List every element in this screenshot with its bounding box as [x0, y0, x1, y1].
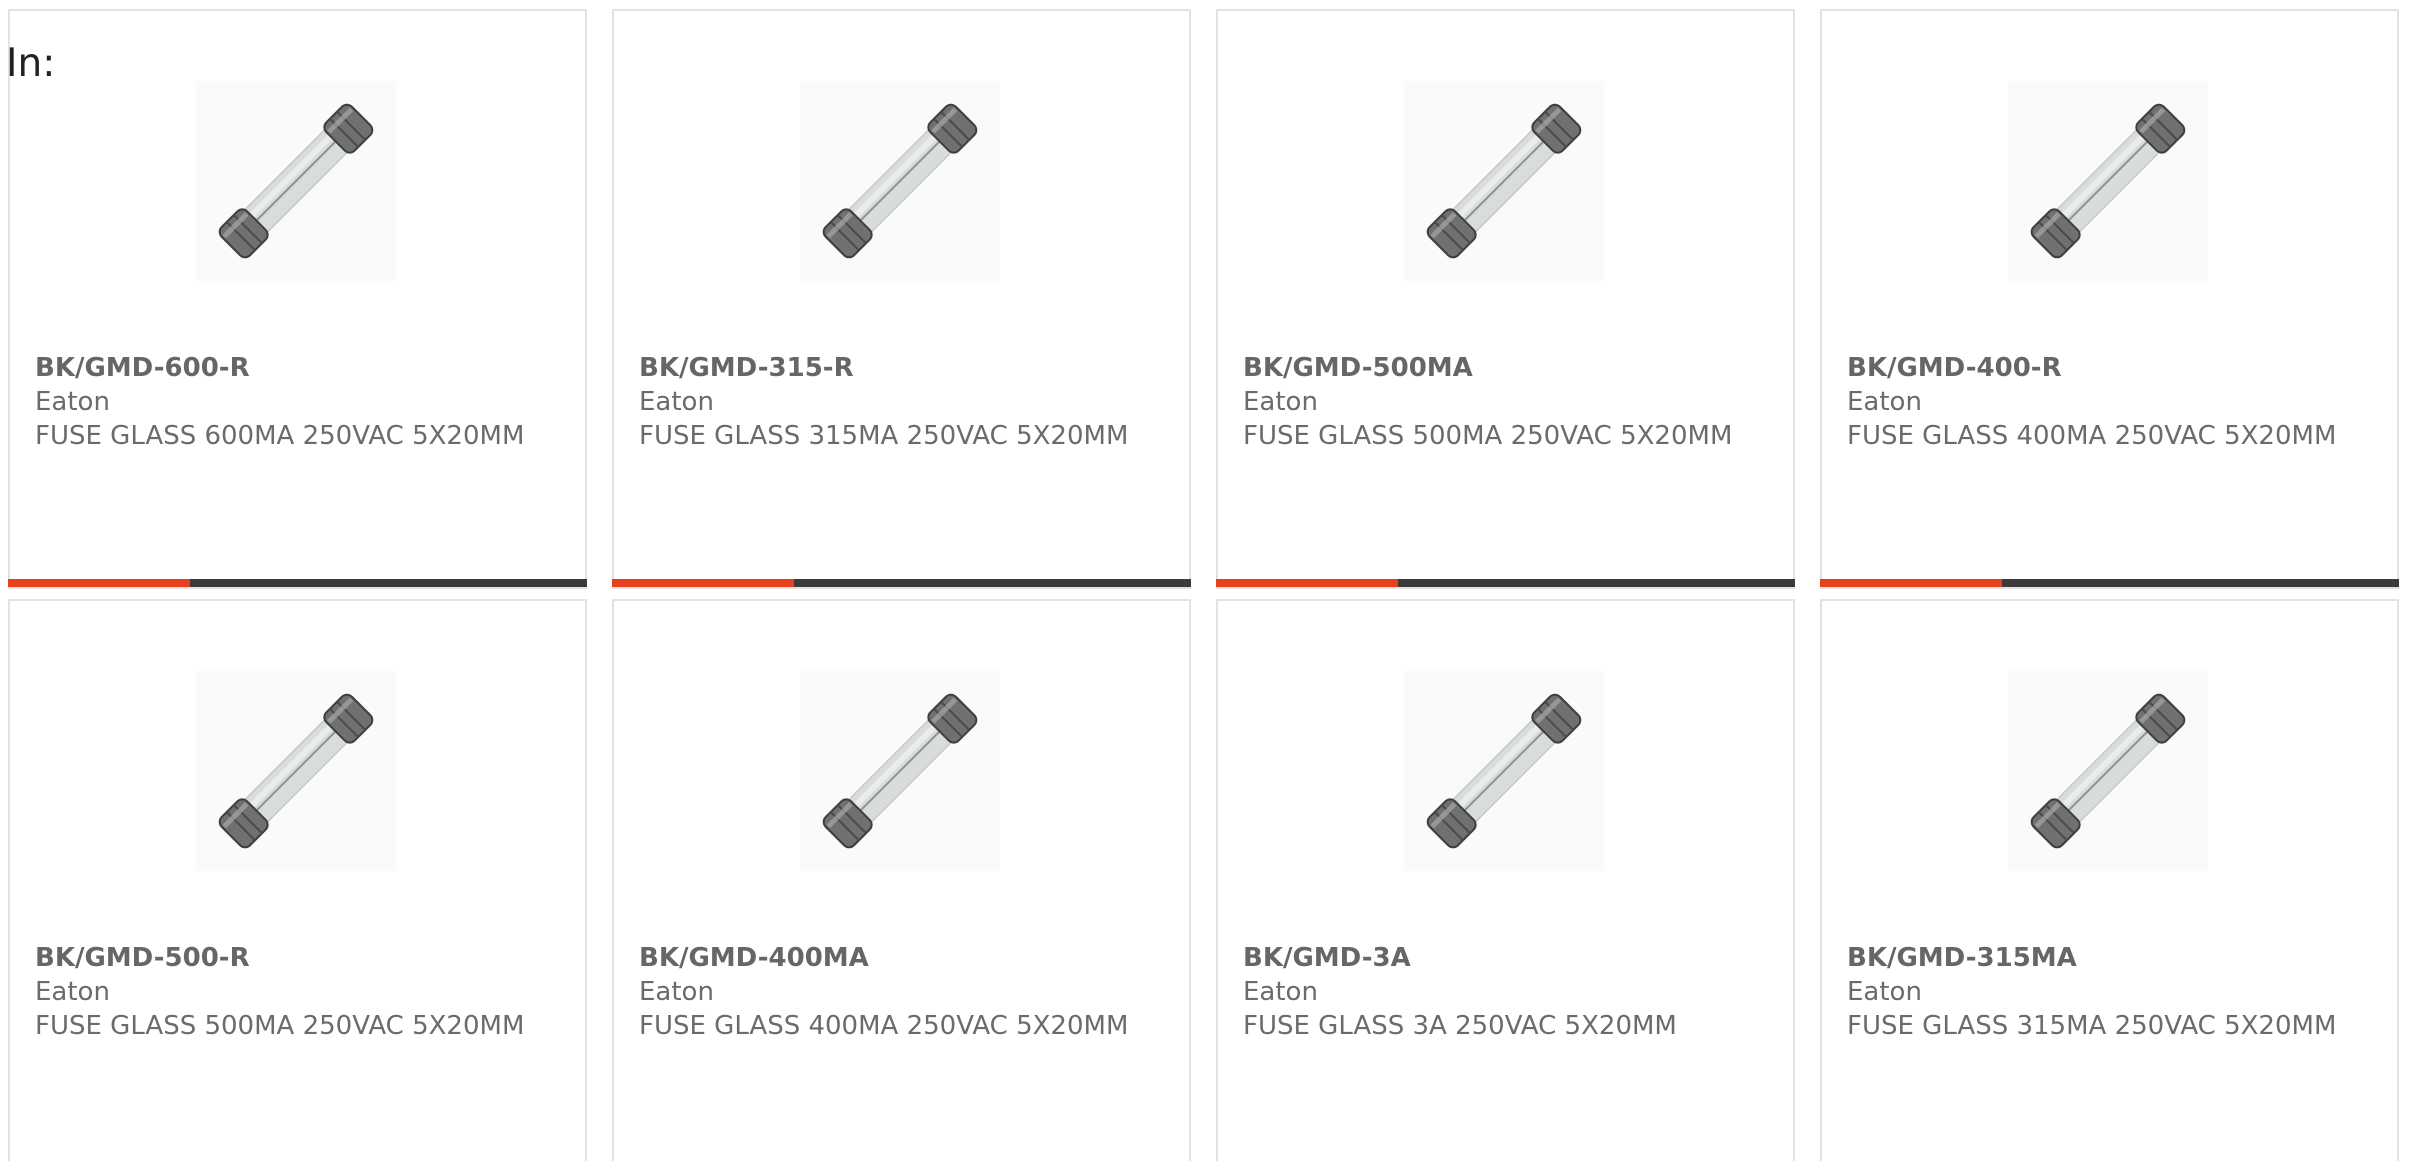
page: In: BK/GMD-600-R Eaton FUSE GLASS 600MA … [0, 0, 2410, 1161]
product-card[interactable]: BK/GMD-400-R Eaton FUSE GLASS 400MA 250V… [1820, 9, 2399, 589]
product-description: FUSE GLASS 600MA 250VAC 5X20MM [35, 421, 525, 451]
product-description: FUSE GLASS 315MA 250VAC 5X20MM [1847, 1011, 2337, 1041]
product-card[interactable]: BK/GMD-400MA Eaton FUSE GLASS 400MA 250V… [612, 599, 1191, 1161]
filter-label: In: [6, 41, 56, 86]
card-bar-accent [1216, 579, 1398, 587]
manufacturer: Eaton [35, 977, 110, 1007]
product-info: BK/GMD-315MA Eaton FUSE GLASS 315MA 250V… [1847, 941, 2372, 1043]
manufacturer: Eaton [1243, 977, 1318, 1007]
part-number[interactable]: BK/GMD-3A [1243, 941, 1768, 975]
product-card[interactable]: BK/GMD-3A Eaton FUSE GLASS 3A 250VAC 5X2… [1216, 599, 1795, 1161]
product-description: FUSE GLASS 315MA 250VAC 5X20MM [639, 421, 1129, 451]
glass-fuse-icon [822, 103, 978, 259]
manufacturer: Eaton [1847, 977, 1922, 1007]
part-number[interactable]: BK/GMD-400-R [1847, 351, 2372, 385]
card-bar [612, 579, 1191, 587]
manufacturer: Eaton [1243, 387, 1318, 417]
card-bar [8, 579, 587, 587]
glass-fuse-icon [2030, 693, 2186, 849]
product-card[interactable]: BK/GMD-600-R Eaton FUSE GLASS 600MA 250V… [8, 9, 587, 589]
product-info: BK/GMD-600-R Eaton FUSE GLASS 600MA 250V… [35, 351, 560, 453]
product-description: FUSE GLASS 500MA 250VAC 5X20MM [1243, 421, 1733, 451]
part-number[interactable]: BK/GMD-600-R [35, 351, 560, 385]
glass-fuse-image[interactable] [2008, 671, 2208, 871]
part-number[interactable]: BK/GMD-315-R [639, 351, 1164, 385]
glass-fuse-image[interactable] [800, 671, 1000, 871]
card-bar [1216, 579, 1795, 587]
glass-fuse-image[interactable] [196, 81, 396, 281]
product-grid: BK/GMD-600-R Eaton FUSE GLASS 600MA 250V… [8, 9, 2399, 1161]
product-card[interactable]: BK/GMD-315MA Eaton FUSE GLASS 315MA 250V… [1820, 599, 2399, 1161]
glass-fuse-icon [1426, 103, 1582, 259]
card-bar-accent [8, 579, 190, 587]
product-info: BK/GMD-500-R Eaton FUSE GLASS 500MA 250V… [35, 941, 560, 1043]
glass-fuse-image[interactable] [196, 671, 396, 871]
product-description: FUSE GLASS 3A 250VAC 5X20MM [1243, 1011, 1677, 1041]
glass-fuse-icon [218, 693, 374, 849]
product-info: BK/GMD-315-R Eaton FUSE GLASS 315MA 250V… [639, 351, 1164, 453]
product-description: FUSE GLASS 400MA 250VAC 5X20MM [639, 1011, 1129, 1041]
manufacturer: Eaton [35, 387, 110, 417]
product-info: BK/GMD-400MA Eaton FUSE GLASS 400MA 250V… [639, 941, 1164, 1043]
product-info: BK/GMD-400-R Eaton FUSE GLASS 400MA 250V… [1847, 351, 2372, 453]
part-number[interactable]: BK/GMD-500MA [1243, 351, 1768, 385]
product-description: FUSE GLASS 500MA 250VAC 5X20MM [35, 1011, 525, 1041]
product-card[interactable]: BK/GMD-315-R Eaton FUSE GLASS 315MA 250V… [612, 9, 1191, 589]
glass-fuse-icon [218, 103, 374, 259]
glass-fuse-image[interactable] [1404, 81, 1604, 281]
glass-fuse-image[interactable] [800, 81, 1000, 281]
part-number[interactable]: BK/GMD-315MA [1847, 941, 2372, 975]
glass-fuse-icon [2030, 103, 2186, 259]
card-bar [1820, 579, 2399, 587]
product-info: BK/GMD-3A Eaton FUSE GLASS 3A 250VAC 5X2… [1243, 941, 1768, 1043]
part-number[interactable]: BK/GMD-400MA [639, 941, 1164, 975]
glass-fuse-icon [1426, 693, 1582, 849]
glass-fuse-image[interactable] [1404, 671, 1604, 871]
product-card[interactable]: BK/GMD-500MA Eaton FUSE GLASS 500MA 250V… [1216, 9, 1795, 589]
product-description: FUSE GLASS 400MA 250VAC 5X20MM [1847, 421, 2337, 451]
glass-fuse-image[interactable] [2008, 81, 2208, 281]
product-info: BK/GMD-500MA Eaton FUSE GLASS 500MA 250V… [1243, 351, 1768, 453]
card-bar-accent [1820, 579, 2002, 587]
card-bar-accent [612, 579, 794, 587]
product-card[interactable]: BK/GMD-500-R Eaton FUSE GLASS 500MA 250V… [8, 599, 587, 1161]
manufacturer: Eaton [639, 387, 714, 417]
manufacturer: Eaton [639, 977, 714, 1007]
manufacturer: Eaton [1847, 387, 1922, 417]
part-number[interactable]: BK/GMD-500-R [35, 941, 560, 975]
glass-fuse-icon [822, 693, 978, 849]
